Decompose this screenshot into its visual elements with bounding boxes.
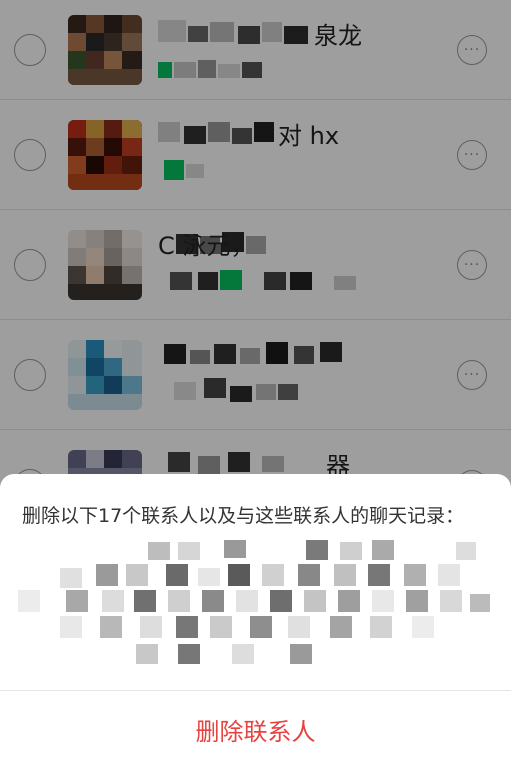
delete-contacts-button[interactable]: 删除联系人 [0,691,511,767]
redacted-contact-names [0,534,511,684]
delete-confirm-sheet: 删除以下17个联系人以及与这些联系人的聊天记录： 删除联系人 [0,474,511,767]
delete-message: 删除以下17个联系人以及与这些联系人的聊天记录： [22,505,465,527]
